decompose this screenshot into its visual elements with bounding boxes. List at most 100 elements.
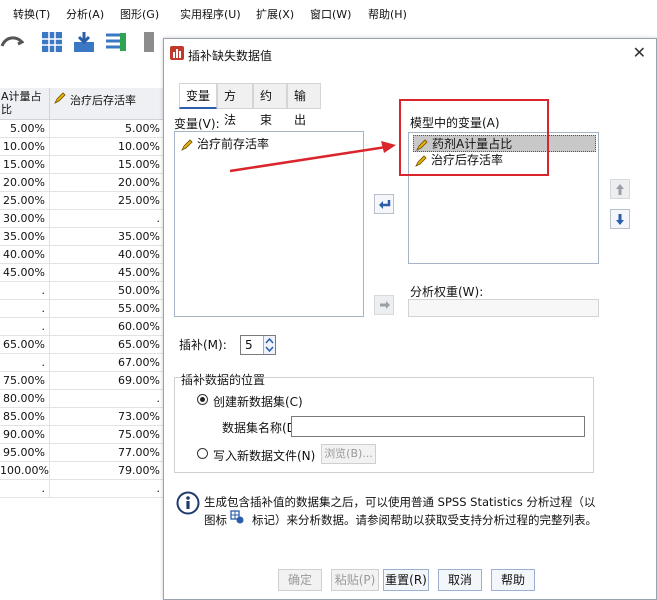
dataset-name-input[interactable] — [291, 416, 585, 437]
paste-button[interactable]: 粘贴(P) — [331, 569, 379, 591]
table-cell[interactable]: . — [0, 354, 50, 372]
table-cell[interactable]: 65.00% — [0, 336, 50, 354]
table-cell[interactable]: 100.00% — [0, 462, 50, 480]
table-row[interactable]: .. — [0, 480, 165, 498]
column-header-dose[interactable]: A计量占比 — [0, 88, 50, 120]
table-cell[interactable]: 30.00% — [0, 210, 50, 228]
browse-button[interactable]: 浏览(B)... — [321, 444, 376, 464]
table-cell[interactable]: 95.00% — [0, 444, 50, 462]
data-grid-icon[interactable] — [40, 30, 64, 54]
table-cell[interactable]: . — [0, 318, 50, 336]
table-cell[interactable]: 55.00% — [50, 300, 165, 318]
table-cell[interactable]: 50.00% — [50, 282, 165, 300]
table-row[interactable]: 15.00% 15.00% — [0, 156, 165, 174]
reset-button[interactable]: 重置(R) — [383, 569, 429, 591]
stepper-up-down-icon — [265, 337, 274, 353]
table-cell[interactable]: 20.00% — [50, 174, 165, 192]
table-row[interactable]: 80.00%. — [0, 390, 165, 408]
table-row[interactable]: 35.00% 35.00% — [0, 228, 165, 246]
create-dataset-label: 创建新数据集(C) — [213, 395, 303, 409]
help-button[interactable]: 帮助 — [491, 569, 535, 591]
table-row[interactable]: 75.00% 69.00% — [0, 372, 165, 390]
table-cell[interactable]: 40.00% — [50, 246, 165, 264]
table-cell[interactable]: 15.00% — [0, 156, 50, 174]
menu-window[interactable]: 窗口(W) — [310, 6, 351, 22]
table-cell[interactable]: 25.00% — [50, 192, 165, 210]
table-row[interactable]: 20.00% 20.00% — [0, 174, 165, 192]
stepper-arrows[interactable] — [263, 336, 275, 354]
table-row[interactable]: . 50.00% — [0, 282, 165, 300]
table-row[interactable]: 45.00% 45.00% — [0, 264, 165, 282]
arrow-right-icon — [380, 301, 390, 309]
imputation-icon — [230, 510, 244, 524]
table-row[interactable]: 30.00%. — [0, 210, 165, 228]
table-row[interactable]: 40.00% 40.00% — [0, 246, 165, 264]
table-cell[interactable]: 5.00% — [50, 120, 165, 138]
split-icon[interactable] — [140, 30, 164, 54]
move-up-button[interactable] — [610, 179, 630, 199]
move-to-model-button[interactable] — [374, 194, 394, 214]
table-row[interactable]: 90.00% 75.00% — [0, 426, 165, 444]
create-dataset-radio[interactable] — [197, 394, 208, 405]
table-cell[interactable]: 75.00% — [0, 372, 50, 390]
menu-analyze[interactable]: 分析(A) — [66, 6, 104, 22]
table-cell[interactable]: 77.00% — [50, 444, 165, 462]
column-header-survival-after[interactable]: 治疗后存活率 — [50, 88, 165, 120]
table-cell[interactable]: 25.00% — [0, 192, 50, 210]
table-cell[interactable]: 20.00% — [0, 174, 50, 192]
move-down-button[interactable] — [610, 209, 630, 229]
table-row[interactable]: 65.00% 65.00% — [0, 336, 165, 354]
table-row[interactable]: 100.00% 79.00% — [0, 462, 165, 480]
table-cell[interactable]: 45.00% — [0, 264, 50, 282]
table-cell[interactable]: 90.00% — [0, 426, 50, 444]
table-cell[interactable]: . — [50, 390, 165, 408]
table-cell[interactable]: . — [50, 480, 165, 498]
table-cell[interactable]: . — [50, 210, 165, 228]
table-cell[interactable]: 35.00% — [0, 228, 50, 246]
table-cell[interactable]: 75.00% — [50, 426, 165, 444]
table-cell[interactable]: 15.00% — [50, 156, 165, 174]
menu-transform[interactable]: 转换(T) — [13, 6, 50, 22]
move-weight-button[interactable] — [374, 295, 394, 315]
table-cell[interactable]: 85.00% — [0, 408, 50, 426]
table-row[interactable]: . 55.00% — [0, 300, 165, 318]
table-cell[interactable]: 10.00% — [0, 138, 50, 156]
table-row[interactable]: 85.00% 73.00% — [0, 408, 165, 426]
menu-help[interactable]: 帮助(H) — [368, 6, 407, 22]
menu-extensions[interactable]: 扩展(X) — [256, 6, 294, 22]
table-row[interactable]: 5.00% 5.00% — [0, 120, 165, 138]
insert-cases-icon[interactable] — [72, 30, 96, 54]
menu-graphs[interactable]: 图形(G) — [120, 6, 159, 22]
imputations-stepper[interactable]: 5 — [240, 335, 276, 355]
table-row[interactable]: 10.00% 10.00% — [0, 138, 165, 156]
cancel-button[interactable]: 取消 — [438, 569, 482, 591]
table-cell[interactable]: 60.00% — [50, 318, 165, 336]
table-cell[interactable]: 40.00% — [0, 246, 50, 264]
redo-icon[interactable] — [0, 30, 24, 54]
ok-button[interactable]: 确定 — [278, 569, 322, 591]
table-cell[interactable]: 5.00% — [0, 120, 50, 138]
menu-utilities[interactable]: 实用程序(U) — [180, 6, 241, 22]
table-row[interactable]: 95.00% 77.00% — [0, 444, 165, 462]
info-text-line2b: 标记）来分析数据。请参阅帮助以获取受支持分析过程的完整列表。 — [252, 513, 597, 527]
table-cell[interactable]: 79.00% — [50, 462, 165, 480]
weight-field[interactable] — [408, 299, 599, 317]
table-cell[interactable]: . — [0, 480, 50, 498]
table-cell[interactable]: 65.00% — [50, 336, 165, 354]
table-cell[interactable]: 67.00% — [50, 354, 165, 372]
table-cell[interactable]: . — [0, 300, 50, 318]
table-row[interactable]: . 67.00% — [0, 354, 165, 372]
table-cell[interactable]: 45.00% — [50, 264, 165, 282]
table-cell[interactable]: . — [0, 282, 50, 300]
table-cell[interactable]: 73.00% — [50, 408, 165, 426]
table-cell[interactable]: 35.00% — [50, 228, 165, 246]
variables-icon[interactable] — [104, 30, 128, 54]
menu-bar: 转换(T) 分析(A) 图形(G) 实用程序(U) 扩展(X) 窗口(W) 帮助… — [0, 0, 657, 26]
table-row[interactable]: 25.00% 25.00% — [0, 192, 165, 210]
write-file-radio[interactable] — [197, 448, 208, 459]
table-cell[interactable]: 69.00% — [50, 372, 165, 390]
table-cell[interactable]: 10.00% — [50, 138, 165, 156]
write-file-label: 写入新数据文件(N) — [213, 449, 316, 463]
table-cell[interactable]: 80.00% — [0, 390, 50, 408]
table-row[interactable]: . 60.00% — [0, 318, 165, 336]
